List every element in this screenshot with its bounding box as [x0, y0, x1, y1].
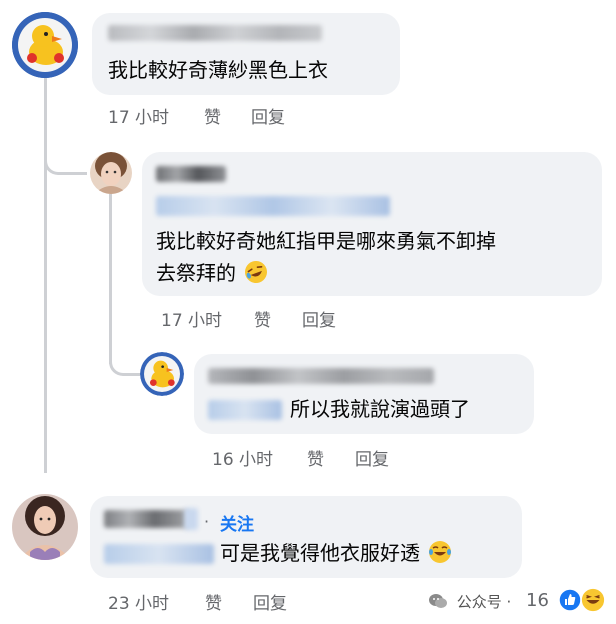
thread-line-sub: [109, 194, 112, 364]
thread-curve-reply-2: [109, 345, 140, 376]
like-button[interactable]: 赞: [307, 445, 324, 470]
comment-time[interactable]: 23 小时: [108, 589, 169, 614]
haha-reaction-icon: [580, 587, 606, 613]
redacted-mention: [104, 544, 214, 564]
watermark-text: 公众号 ·: [456, 593, 512, 611]
comment-bubble-4: · 关注 可是我覺得他衣服好透: [90, 496, 522, 578]
comment-time[interactable]: 17 小时: [108, 103, 169, 128]
thread-line-main: [44, 78, 47, 473]
reply-button[interactable]: 回复: [302, 306, 336, 331]
reaction-cluster[interactable]: 16: [524, 584, 614, 618]
redacted-mention: [156, 196, 390, 216]
comment-time[interactable]: 16 小时: [212, 445, 273, 470]
comment-meta-3: 16 小时 赞 回复: [212, 445, 432, 470]
comment-meta-4: 23 小时 赞 回复: [108, 589, 328, 614]
avatar-duck-1[interactable]: [12, 12, 78, 78]
redacted-username: [208, 368, 434, 384]
wechat-watermark: 公众号 ·: [428, 591, 511, 612]
comment-text-line-1: 我比較好奇她紅指甲是哪來勇氣不卸掉: [156, 229, 496, 253]
comment-text-line-2: 去祭拜的: [156, 256, 268, 290]
like-button[interactable]: 赞: [254, 306, 271, 331]
comment-meta-2: 17 小时 赞 回复: [161, 306, 381, 331]
redacted-mention: [208, 400, 282, 420]
comment-text-line-2-text: 去祭拜的: [156, 261, 236, 285]
comment-text: 所以我就說演過頭了: [290, 397, 470, 421]
thread-curve-reply-1: [44, 140, 87, 175]
rofl-emoji-icon: [245, 261, 268, 283]
comment-time[interactable]: 17 小时: [161, 306, 222, 331]
comment-text-body: 可是我覺得他衣服好透: [220, 541, 420, 565]
redacted-username: [108, 25, 322, 41]
redacted-badge: [184, 508, 198, 530]
like-reaction-icon: [558, 588, 582, 612]
follow-link[interactable]: 关注: [220, 510, 254, 535]
reply-button[interactable]: 回复: [253, 589, 287, 614]
laugh-cry-emoji-icon: [429, 541, 452, 563]
comment-meta-1: 17 小时 赞 回复: [108, 103, 328, 128]
reaction-count: 16: [526, 590, 549, 611]
reply-button[interactable]: 回复: [355, 445, 389, 470]
avatar-woman-1[interactable]: [90, 152, 132, 194]
redacted-username: [156, 166, 226, 182]
reply-button[interactable]: 回复: [251, 103, 285, 128]
dot-separator: ·: [204, 512, 210, 531]
like-button[interactable]: 赞: [205, 589, 222, 614]
wechat-icon: [429, 594, 447, 608]
like-button[interactable]: 赞: [204, 103, 221, 128]
avatar-duck-2[interactable]: [140, 352, 184, 396]
comment-text: 我比較好奇薄紗黑色上衣: [108, 58, 328, 82]
comment-text: 可是我覺得他衣服好透: [220, 536, 452, 570]
comment-bubble-1: 我比較好奇薄紗黑色上衣: [92, 13, 400, 95]
avatar-woman-2[interactable]: [12, 494, 78, 560]
comment-bubble-2: 我比較好奇她紅指甲是哪來勇氣不卸掉 去祭拜的: [142, 152, 602, 296]
redacted-username: [104, 510, 188, 528]
comment-bubble-3: 所以我就說演過頭了: [194, 354, 534, 434]
